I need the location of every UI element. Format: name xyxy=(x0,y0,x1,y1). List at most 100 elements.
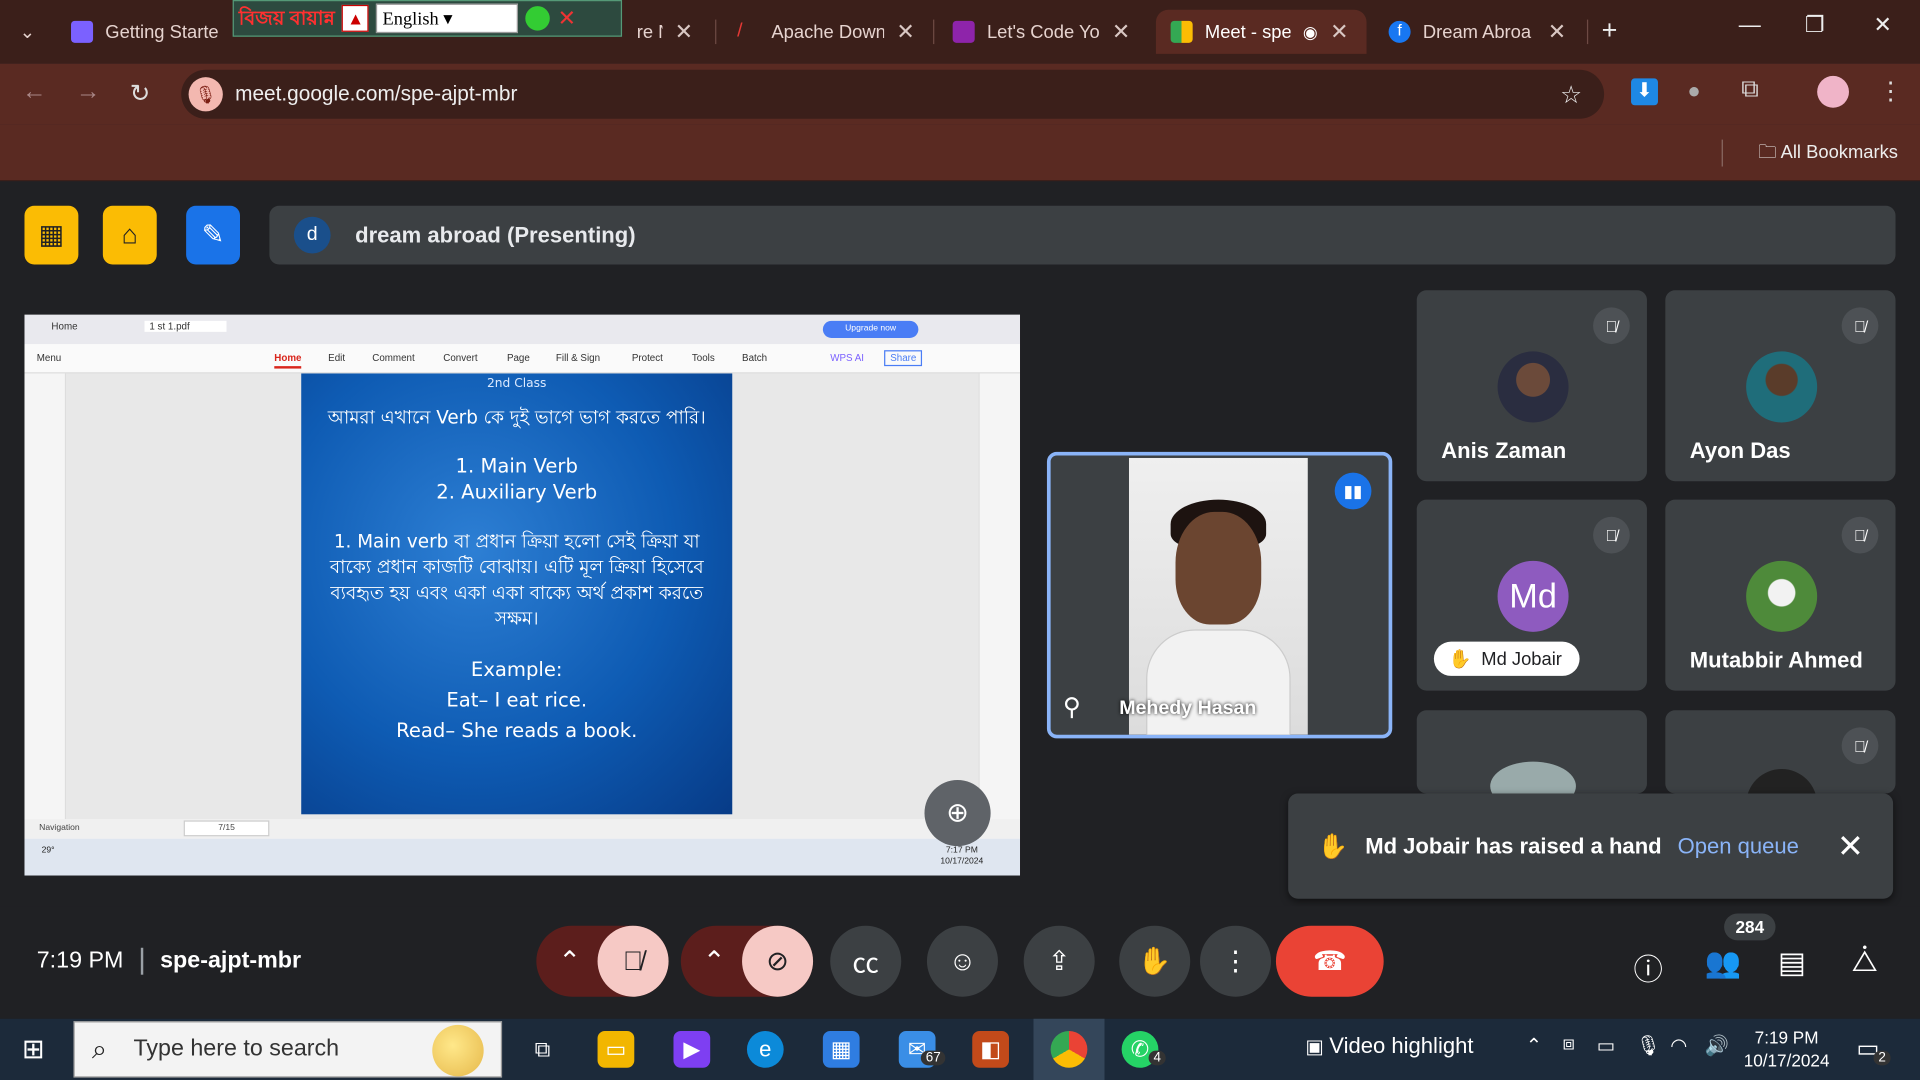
wifi-icon[interactable]: ◠ xyxy=(1670,1033,1687,1057)
back-icon[interactable]: ← xyxy=(22,78,46,106)
film-icon: ▣ xyxy=(1305,1037,1324,1058)
microphone-icon[interactable]: 🎙 xyxy=(1636,1033,1661,1057)
bookmark-star-icon[interactable]: ☆ xyxy=(1560,80,1582,111)
participant-tile[interactable]: 🎙̸ Md ✋ Md Jobair xyxy=(1416,499,1647,691)
puzzle-icon[interactable]: ⧉ xyxy=(1741,76,1758,104)
close-window-icon[interactable]: ✕ xyxy=(1873,12,1891,38)
pen-icon[interactable]: ✎ xyxy=(186,205,241,265)
restore-icon[interactable]: ❐ xyxy=(1805,12,1825,38)
camera-off-icon[interactable]: ⊘ xyxy=(742,925,814,997)
profile-avatar[interactable] xyxy=(1817,75,1849,108)
inner-clock-time: 7:17 PM xyxy=(945,846,978,855)
microphone-icon[interactable]: 🎙 xyxy=(188,77,223,112)
chrome-icon[interactable] xyxy=(1033,1018,1105,1080)
tab-dream-abroad[interactable]: f Dream Abroa ✕ xyxy=(1374,10,1582,54)
present-screen-icon[interactable]: ⇪ xyxy=(1023,925,1095,997)
kebab-menu-icon[interactable]: ⋮ xyxy=(1878,76,1902,107)
person-body xyxy=(1146,629,1291,735)
system-clock[interactable]: 7:19 PM 10/17/2024 xyxy=(1744,1026,1830,1073)
chevron-up-icon[interactable]: ⌃ xyxy=(558,945,581,977)
info-icon[interactable]: ⓘ xyxy=(1633,945,1662,988)
media-player-icon[interactable]: ▶ xyxy=(673,1031,711,1068)
emoji-icon[interactable]: ☺ xyxy=(926,925,998,997)
zoom-in-icon[interactable]: ⊕ xyxy=(924,780,991,847)
chevron-up-icon[interactable]: ⌃ xyxy=(703,945,726,977)
pin-icon[interactable]: ⚲ xyxy=(1063,692,1081,723)
chevron-up-icon[interactable]: ⌃ xyxy=(1526,1033,1542,1057)
speaking-indicator-icon: ▮▮ xyxy=(1334,472,1372,510)
close-tab-icon[interactable]: ✕ xyxy=(1330,19,1348,45)
self-name-label: Mehedy Hasan xyxy=(1119,697,1257,719)
meet-stage: ▦ ⌂ ✎ d dream abroad (Presenting) Home 1… xyxy=(0,181,1920,1019)
tab-apache[interactable]: / Apache Down ✕ xyxy=(722,10,930,54)
all-bookmarks-button[interactable]: 🗀 All Bookmarks xyxy=(1758,140,1898,171)
notification-badge: 2 xyxy=(1873,1050,1891,1066)
extension-icon[interactable]: ● xyxy=(1687,78,1700,104)
close-tab-icon[interactable]: ✕ xyxy=(1112,19,1130,45)
more-options-icon[interactable]: ⋮ xyxy=(1200,925,1272,997)
slide-line: Eat– I eat rice. xyxy=(446,688,588,712)
chat-icon[interactable]: ▤ xyxy=(1778,945,1806,981)
url-text: meet.google.com/spe-ajpt-mbr xyxy=(235,82,518,106)
volume-icon[interactable]: 🔊 xyxy=(1705,1033,1729,1057)
presenter-taskbar: 29° 7:17 PM 10/17/2024 xyxy=(24,838,1021,876)
participant-tile[interactable]: 🎙̸ Ayon Das xyxy=(1665,290,1896,482)
close-tab-icon[interactable]: ✕ xyxy=(1548,19,1566,45)
raise-hand-icon[interactable]: ✋ xyxy=(1119,925,1191,997)
taskbar-search[interactable]: ⌕ Type here to search xyxy=(73,1021,503,1078)
raised-hand-pill: ✋ Md Jobair xyxy=(1433,641,1580,676)
open-queue-button[interactable]: Open queue xyxy=(1678,833,1799,859)
task-view-icon[interactable]: ⧉ xyxy=(524,1031,561,1068)
download-icon[interactable]: ⬇ xyxy=(1631,78,1658,106)
participant-tile[interactable] xyxy=(1416,710,1647,794)
close-icon[interactable]: ✕ xyxy=(1837,827,1864,865)
captions-icon[interactable]: ㏄ xyxy=(830,925,902,997)
tab-re-ne[interactable]: re Ne ✕ xyxy=(622,10,708,54)
menu-item: Menu xyxy=(36,352,62,364)
tab-getting-started[interactable]: Getting Starte xyxy=(56,10,240,54)
self-video-tile[interactable]: ▮▮ ⚲ Mehedy Hasan xyxy=(1046,451,1393,739)
green-circle-icon[interactable] xyxy=(525,6,551,31)
mail-badge: 67 xyxy=(920,1050,946,1066)
no-video-icon[interactable]: ▦ xyxy=(24,205,79,265)
windows-start-icon[interactable]: ⊞ xyxy=(22,1033,45,1065)
language-select[interactable]: English ▾ xyxy=(376,3,519,34)
minimize-icon[interactable]: — xyxy=(1739,12,1761,38)
close-tab-icon[interactable]: ✕ xyxy=(675,19,693,45)
recording-icon: ◉ xyxy=(1302,21,1318,42)
mic-off-icon: 🎙̸ xyxy=(1841,516,1879,554)
whatsapp-badge: 4 xyxy=(1148,1050,1166,1066)
raised-hand-notification: ✋ Md Jobair has raised a hand Open queue… xyxy=(1288,793,1894,899)
people-icon[interactable]: 👥 xyxy=(1705,945,1742,981)
meet-tray-icon[interactable]: ⧈ xyxy=(1562,1033,1574,1055)
activities-icon[interactable]: ⧊ xyxy=(1851,945,1877,979)
photo-app-icon[interactable]: ◧ xyxy=(972,1031,1009,1068)
leave-call-icon[interactable]: ☎ xyxy=(1275,925,1384,997)
presenting-banner: d dream abroad (Presenting) xyxy=(269,205,1896,265)
participant-tile[interactable]: 🎙̸ Anis Zaman xyxy=(1416,290,1647,482)
forward-icon[interactable]: → xyxy=(76,78,100,106)
edge-icon[interactable]: e xyxy=(746,1031,784,1068)
file-explorer-icon[interactable]: ▭ xyxy=(597,1031,635,1068)
close-tab-icon[interactable]: ✕ xyxy=(896,19,914,45)
tab-meet[interactable]: Meet - spe ◉ ✕ xyxy=(1155,9,1367,54)
pdf-left-panel xyxy=(24,373,67,820)
tab-search-button[interactable]: ⌄ xyxy=(5,10,54,54)
participant-tile[interactable]: 🎙̸ Mutabbir Ahmed xyxy=(1665,499,1896,691)
shared-screen[interactable]: Home 1 st 1.pdf Upgrade now Menu Home Ed… xyxy=(24,314,1021,876)
store-icon[interactable]: ▦ xyxy=(822,1031,860,1068)
video-highlight-widget[interactable]: ▣ Video highlight xyxy=(1305,1033,1473,1059)
address-bar[interactable]: 🎙 meet.google.com/spe-ajpt-mbr ☆ xyxy=(181,69,1605,119)
battery-icon[interactable]: ▭ xyxy=(1597,1033,1616,1057)
camera-control-group: ⌃ ⊘ xyxy=(680,925,814,997)
bijoy-keyboard-toolbar[interactable]: বিজয় বায়ান্ন ▲ English ▾ ✕ xyxy=(232,0,623,37)
mic-off-icon[interactable]: 🎙̸ xyxy=(597,925,669,997)
notification-message: Md Jobair has raised a hand xyxy=(1365,833,1662,858)
reload-icon[interactable]: ↻ xyxy=(130,78,151,109)
new-tab-icon[interactable]: + xyxy=(1602,15,1618,47)
close-icon[interactable]: ✕ xyxy=(558,6,576,32)
building-icon[interactable]: ⌂ xyxy=(102,205,157,265)
participant-name: Ayon Das xyxy=(1689,438,1791,463)
participant-tile[interactable]: 🎙̸ xyxy=(1665,710,1896,794)
tab-lets-code[interactable]: Let's Code You ✕ xyxy=(938,10,1146,54)
